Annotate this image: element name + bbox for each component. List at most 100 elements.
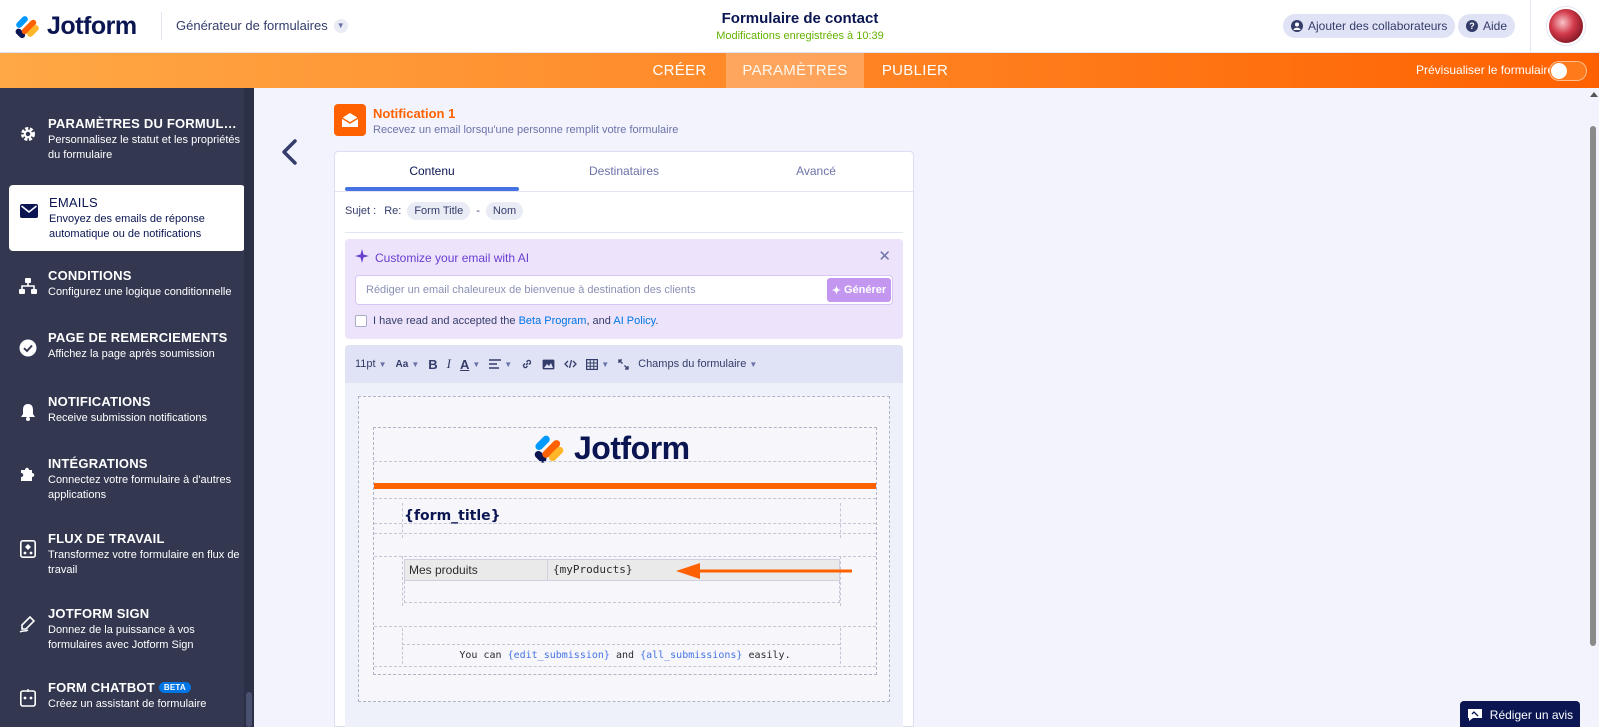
text-color-label: A xyxy=(459,356,470,372)
cell-border xyxy=(402,556,403,606)
code-icon xyxy=(564,359,578,369)
header-divider xyxy=(161,12,162,40)
write-review-button[interactable]: Rédiger un avis xyxy=(1460,701,1580,727)
footer-end: easily. xyxy=(748,650,791,661)
ai-terms: I have read and accepted the Beta Progra… xyxy=(355,315,658,327)
sidebar-item-workflow[interactable]: FLUX DE TRAVAIL Transformez votre formul… xyxy=(0,531,244,578)
sidebar-item-title: PARAMÈTRES DU FORMULAIRE xyxy=(48,116,244,131)
code-button[interactable] xyxy=(564,359,578,369)
footer-and: and xyxy=(615,650,635,661)
table-dropdown[interactable]: ▼ xyxy=(586,358,610,370)
link-button[interactable] xyxy=(521,358,533,370)
avatar[interactable] xyxy=(1547,7,1585,45)
notification-name: Notification 1 xyxy=(373,106,456,121)
terms-checkbox[interactable] xyxy=(355,315,367,327)
ai-policy-link[interactable]: AI Policy xyxy=(613,315,655,327)
align-dropdown[interactable]: ▼ xyxy=(489,359,512,369)
main-scrollbar[interactable] xyxy=(1587,88,1599,727)
main-nav: CRÉER PARAMÈTRES PUBLIER Prévisualiser l… xyxy=(0,53,1599,88)
preview-label: Prévisualiser le formulaire xyxy=(1416,63,1555,77)
fullscreen-button[interactable] xyxy=(618,358,629,370)
notification-desc: Recevez un email lorsqu'une personne rem… xyxy=(373,124,679,136)
cell-border xyxy=(374,461,876,462)
jotform-logo-icon xyxy=(534,435,564,463)
sidebar-item-form-chatbot[interactable]: FORM CHATBOT BETA Créez un assistant de f… xyxy=(0,680,244,712)
sidebar-item-title: FLUX DE TRAVAIL xyxy=(48,531,165,546)
mail-icon xyxy=(334,104,366,136)
chevron-down-icon: ▼ xyxy=(601,359,610,369)
email-body: Jotform {form_title} Mes produits {myPro… xyxy=(373,427,877,675)
add-collaborators-button[interactable]: Ajouter des collaborateurs xyxy=(1283,14,1456,38)
sidebar-item-title: EMAILS xyxy=(49,195,98,210)
tab-content[interactable]: Contenu xyxy=(345,164,519,178)
terms-mid: , and xyxy=(586,315,611,327)
close-icon[interactable]: ✕ xyxy=(878,247,891,265)
beta-program-link[interactable]: Beta Program xyxy=(519,315,587,327)
chevron-down-icon: ▼ xyxy=(472,359,481,369)
font-size-dropdown[interactable]: 11pt ▼ xyxy=(355,358,387,370)
expand-icon xyxy=(618,358,629,370)
back-chevron-icon[interactable] xyxy=(278,138,302,166)
sidebar-item-integrations[interactable]: INTÉGRATIONS Connectez votre formulaire … xyxy=(0,456,244,503)
bold-button[interactable]: B xyxy=(428,357,437,372)
sidebar-item-emails[interactable]: EMAILS Envoyez des emails de réponse aut… xyxy=(9,185,245,251)
arrow-left-icon xyxy=(676,563,852,579)
subject-prefix: Re: xyxy=(384,205,402,217)
cell-border xyxy=(374,626,876,627)
subject-chip-form-title[interactable]: Form Title xyxy=(407,202,471,220)
text-color-dropdown[interactable]: A ▼ xyxy=(460,357,480,372)
image-button[interactable] xyxy=(542,359,555,370)
saved-status: Modifications enregistrées à 10:39 xyxy=(716,30,884,42)
builder-menu[interactable]: Générateur de formulaires ▼ xyxy=(176,18,348,33)
all-submissions-token[interactable]: {all_submissions} xyxy=(640,650,742,661)
sidebar-scrollbar[interactable] xyxy=(244,88,254,727)
sidebar-item-form-settings[interactable]: PARAMÈTRES DU FORMULAIRE Personnalisez l… xyxy=(0,116,244,163)
ai-prompt-input[interactable] xyxy=(355,275,893,305)
ai-title: Customize your email with AI xyxy=(355,249,529,266)
edit-submission-token[interactable]: {edit_submission} xyxy=(508,650,610,661)
help-button[interactable]: ? Aide xyxy=(1458,14,1516,38)
preview-toggle[interactable] xyxy=(1549,61,1587,81)
generate-button[interactable]: ✦ Générer xyxy=(827,278,891,302)
form-title-token[interactable]: {form_title} xyxy=(404,508,501,524)
sidebar-item-desc: Affichez la page après soumission xyxy=(48,348,215,360)
main-scroll-thumb[interactable] xyxy=(1590,126,1596,646)
sitemap-icon xyxy=(18,276,38,296)
font-size-value: 11pt xyxy=(355,358,376,370)
sidebar-item-notifications[interactable]: NOTIFICATIONS Receive submission notific… xyxy=(0,394,244,426)
generate-label: Générer xyxy=(844,284,887,296)
terms-prefix: I have read and accepted the xyxy=(373,315,516,327)
sidebar-item-title: FORM CHATBOT BETA xyxy=(48,680,206,695)
avatar-area xyxy=(1530,0,1599,53)
tab-advanced[interactable]: Avancé xyxy=(729,164,903,178)
jotform-logo[interactable]: Jotform xyxy=(15,12,137,41)
sidebar-item-conditions[interactable]: CONDITIONS Configurez une logique condit… xyxy=(0,268,244,300)
sidebar-item-desc: Personnalisez le statut et les propriété… xyxy=(48,134,240,161)
cell-border xyxy=(374,498,876,499)
chevron-down-icon: ▼ xyxy=(333,18,348,33)
tab-recipients[interactable]: Destinataires xyxy=(537,164,711,178)
cell-border xyxy=(374,533,876,534)
form-title[interactable]: Formulaire de contact xyxy=(640,10,960,27)
email-editor[interactable]: Jotform {form_title} Mes produits {myPro… xyxy=(345,383,903,727)
ai-customize-box: Customize your email with AI ✕ ✦ Générer… xyxy=(345,239,903,339)
form-title-block: Formulaire de contact Modifications enre… xyxy=(640,10,960,42)
terms-end: . xyxy=(655,315,659,327)
form-fields-dropdown[interactable]: Champs du formulaire ▼ xyxy=(638,358,757,370)
subject-separator: - xyxy=(476,205,480,217)
tab-settings[interactable]: PARAMÈTRES xyxy=(726,53,864,88)
tab-create[interactable]: CRÉER xyxy=(637,53,722,88)
italic-button[interactable]: I xyxy=(447,356,451,372)
user-icon xyxy=(1291,20,1303,32)
font-family-dropdown[interactable]: Aa ▼ xyxy=(396,359,420,370)
sidebar-item-title: NOTIFICATIONS xyxy=(48,394,151,409)
subject-chip-name[interactable]: Nom xyxy=(485,202,524,220)
tab-publish[interactable]: PUBLIER xyxy=(868,53,962,88)
sidebar-item-thank-you-page[interactable]: PAGE DE REMERCIEMENTS Affichez la page a… xyxy=(0,330,244,362)
product-label: Mes produits xyxy=(409,563,478,577)
scroll-up-arrow-icon[interactable] xyxy=(1590,92,1598,97)
sidebar-item-jotform-sign[interactable]: JOTFORM SIGN Donnez de la puissance à vo… xyxy=(0,606,244,653)
sidebar-scroll-thumb[interactable] xyxy=(246,692,252,727)
subject-field[interactable]: Sujet : Re: Form Title - Nom xyxy=(345,202,524,220)
gear-icon xyxy=(18,124,38,144)
